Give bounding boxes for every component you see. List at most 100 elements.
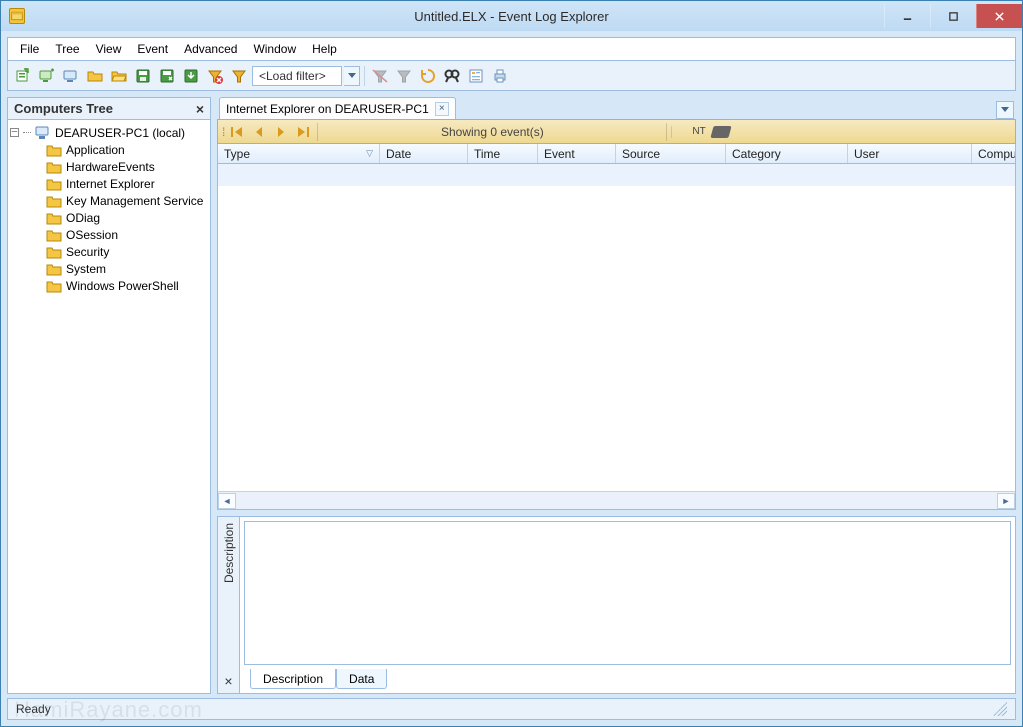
- memory-chip-icon[interactable]: [710, 126, 731, 138]
- tree-node-odiag[interactable]: ODiag: [10, 209, 208, 226]
- status-bar: Ready: [7, 698, 1016, 720]
- col-event[interactable]: Event: [538, 144, 616, 163]
- document-tab-label: Internet Explorer on DEARUSER-PC1: [226, 102, 429, 116]
- tab-list-dropdown-icon[interactable]: [996, 101, 1014, 119]
- menu-tree[interactable]: Tree: [47, 40, 87, 58]
- nav-first-icon[interactable]: [227, 122, 247, 142]
- menu-advanced[interactable]: Advanced: [176, 40, 245, 58]
- open-log-icon[interactable]: [84, 65, 106, 87]
- document-tab[interactable]: Internet Explorer on DEARUSER-PC1 ×: [219, 97, 456, 119]
- load-filter-dropdown-icon[interactable]: [344, 66, 360, 86]
- col-source[interactable]: Source: [616, 144, 726, 163]
- description-panel: Description × Description Data: [217, 516, 1016, 694]
- tree-root-node[interactable]: – DEARUSER-PC1 (local): [10, 124, 208, 141]
- menu-file[interactable]: File: [12, 40, 47, 58]
- tree-node-kms[interactable]: Key Management Service: [10, 192, 208, 209]
- folder-icon: [46, 177, 62, 191]
- tree-node-label: Application: [66, 143, 125, 157]
- horizontal-scrollbar[interactable]: ◄ ►: [218, 491, 1015, 509]
- add-computer-icon[interactable]: [36, 65, 58, 87]
- toolbar: <Load filter>: [7, 61, 1016, 91]
- menu-view[interactable]: View: [88, 40, 130, 58]
- scroll-right-icon[interactable]: ►: [997, 493, 1015, 509]
- save-as-icon[interactable]: [156, 65, 178, 87]
- tree-node-ie[interactable]: Internet Explorer: [10, 175, 208, 192]
- grid-body[interactable]: [218, 164, 1015, 491]
- folder-icon: [46, 143, 62, 157]
- load-filter-combo[interactable]: <Load filter>: [252, 66, 342, 86]
- nt-label: NT: [692, 126, 705, 137]
- tree-node-label: HardwareEvents: [66, 160, 155, 174]
- collapse-toggle-icon[interactable]: –: [10, 128, 19, 137]
- description-body: Description Data: [240, 517, 1015, 693]
- nav-next-icon[interactable]: [271, 122, 291, 142]
- tree-node-security[interactable]: Security: [10, 243, 208, 260]
- document-tab-strip: Internet Explorer on DEARUSER-PC1 ×: [217, 97, 1016, 119]
- export-icon[interactable]: [180, 65, 202, 87]
- status-text: Ready: [16, 702, 51, 716]
- col-user[interactable]: User: [848, 144, 972, 163]
- nav-last-icon[interactable]: [293, 122, 313, 142]
- tree-node-powershell[interactable]: Windows PowerShell: [10, 277, 208, 294]
- tree-panel-close-icon[interactable]: ×: [196, 101, 204, 117]
- connect-computer-icon[interactable]: [60, 65, 82, 87]
- scroll-left-icon[interactable]: ◄: [218, 493, 236, 509]
- new-workspace-icon[interactable]: [12, 65, 34, 87]
- window-title: Untitled.ELX - Event Log Explorer: [1, 9, 1022, 24]
- nav-prev-icon[interactable]: [249, 122, 269, 142]
- print-icon[interactable]: [489, 65, 511, 87]
- description-panel-title: Description: [222, 517, 236, 589]
- find-icon[interactable]: [441, 65, 463, 87]
- app-icon: [9, 8, 25, 24]
- clear-filter-icon[interactable]: [204, 65, 226, 87]
- tree-root-label: DEARUSER-PC1 (local): [55, 126, 185, 140]
- computer-icon: [35, 126, 51, 140]
- menu-event[interactable]: Event: [129, 40, 176, 58]
- folder-icon: [46, 211, 62, 225]
- maximize-button[interactable]: [930, 4, 976, 28]
- col-time[interactable]: Time: [468, 144, 538, 163]
- resize-grip-icon[interactable]: [993, 702, 1007, 716]
- description-sidebar: Description ×: [218, 517, 240, 693]
- desc-tab-description[interactable]: Description: [250, 669, 336, 689]
- window-controls: [884, 4, 1022, 28]
- col-computer[interactable]: Computer: [972, 144, 1015, 163]
- minimize-button[interactable]: [884, 4, 930, 28]
- close-button[interactable]: [976, 4, 1022, 28]
- folder-icon: [46, 245, 62, 259]
- refresh-icon[interactable]: [417, 65, 439, 87]
- description-textarea[interactable]: [244, 521, 1011, 665]
- tree-body[interactable]: – DEARUSER-PC1 (local) Application Hardw…: [8, 120, 210, 693]
- sort-desc-icon: ▽: [366, 148, 373, 159]
- open-file-icon[interactable]: [108, 65, 130, 87]
- event-nav-bar: ⁞ Showing 0 event(s) NT: [217, 119, 1016, 144]
- computers-tree-panel: Computers Tree × – DEARUSER-PC1 (local) …: [7, 97, 211, 694]
- menu-help[interactable]: Help: [304, 40, 345, 58]
- menu-bar: File Tree View Event Advanced Window Hel…: [7, 37, 1016, 61]
- grid-header-row: Type▽ Date Time Event Source Category Us…: [218, 144, 1015, 164]
- tree-node-application[interactable]: Application: [10, 141, 208, 158]
- desc-tab-data[interactable]: Data: [336, 669, 387, 689]
- col-type[interactable]: Type▽: [218, 144, 380, 163]
- folder-icon: [46, 262, 62, 276]
- toolbar-separator: [364, 66, 365, 86]
- menu-window[interactable]: Window: [245, 40, 304, 58]
- tree-node-label: ODiag: [66, 211, 100, 225]
- tree-node-hardwareevents[interactable]: HardwareEvents: [10, 158, 208, 175]
- tree-node-system[interactable]: System: [10, 260, 208, 277]
- description-tab-strip: Description Data: [244, 665, 1011, 689]
- event-grid: Type▽ Date Time Event Source Category Us…: [217, 144, 1016, 510]
- col-date[interactable]: Date: [380, 144, 468, 163]
- document-tab-close-icon[interactable]: ×: [435, 102, 449, 116]
- filter-icon[interactable]: [228, 65, 250, 87]
- nt-mode-section: NT: [671, 126, 831, 138]
- filter-off-icon[interactable]: [369, 65, 391, 87]
- tree-node-label: Windows PowerShell: [66, 279, 179, 293]
- description-close-icon[interactable]: ×: [224, 673, 232, 689]
- tree-panel-header: Computers Tree ×: [8, 98, 210, 120]
- col-category[interactable]: Category: [726, 144, 848, 163]
- properties-icon[interactable]: [465, 65, 487, 87]
- filter-on-icon[interactable]: [393, 65, 415, 87]
- tree-node-osession[interactable]: OSession: [10, 226, 208, 243]
- save-icon[interactable]: [132, 65, 154, 87]
